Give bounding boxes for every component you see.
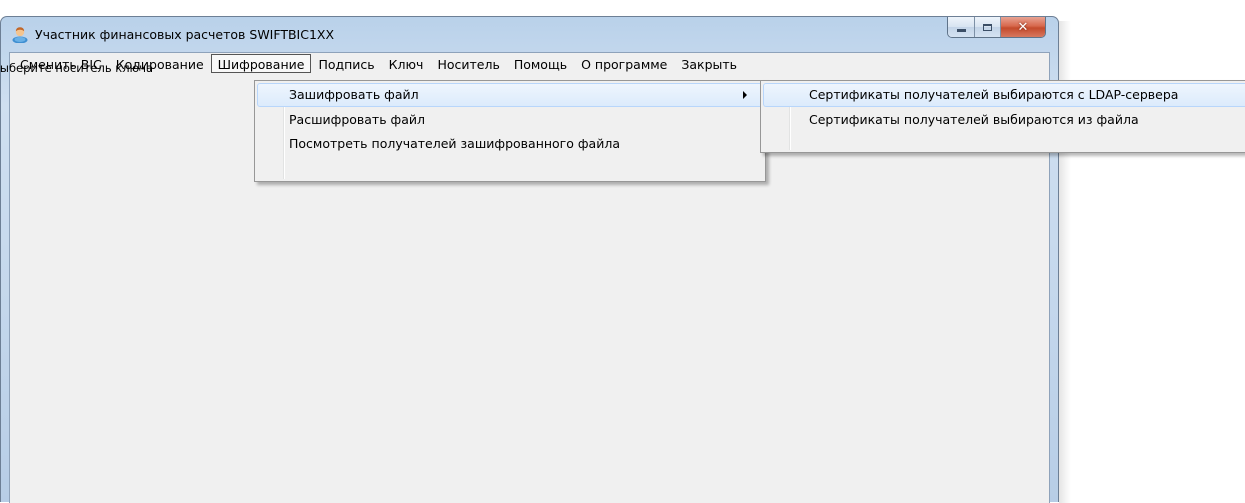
submenu-arrow-icon — [743, 91, 747, 99]
encryption-dropdown-menu: Зашифровать файл Расшифровать файл Посмо… — [254, 80, 766, 182]
menu-media[interactable]: Носитель — [430, 54, 506, 73]
menu-about[interactable]: О программе — [574, 54, 674, 73]
close-icon: ✕ — [1017, 19, 1029, 35]
maximize-icon — [983, 23, 992, 31]
minimize-button[interactable] — [948, 17, 974, 37]
menu-item-view-recipients[interactable]: Посмотреть получателей зашифрованного фа… — [257, 132, 763, 156]
submenu-item-label: Сертификаты получателей выбираются с LDA… — [809, 87, 1179, 102]
status-hint: Выберите носитель ключа — [0, 61, 154, 75]
submenu-item-ldap-certificates[interactable]: Сертификаты получателей выбираются с LDA… — [763, 83, 1245, 107]
menu-help[interactable]: Помощь — [507, 54, 574, 73]
menu-item-label: Зашифровать файл — [289, 87, 419, 102]
menu-item-encrypt-file[interactable]: Зашифровать файл — [257, 83, 763, 107]
menu-item-label: Посмотреть получателей зашифрованного фа… — [289, 136, 620, 151]
close-button[interactable]: ✕ — [1000, 17, 1045, 37]
submenu-item-label: Сертификаты получателей выбираются из фа… — [809, 112, 1139, 127]
menu-item-decrypt-file[interactable]: Расшифровать файл — [257, 108, 763, 132]
submenu-item-file-certificates[interactable]: Сертификаты получателей выбираются из фа… — [763, 108, 1245, 132]
window-title: Участник финансовых расчетов SWIFTBIC1XX — [35, 27, 335, 42]
menu-bar: Сменить BIC Кодирование Шифрование Подпи… — [10, 53, 1049, 74]
menu-close[interactable]: Закрыть — [674, 54, 744, 73]
menu-key[interactable]: Ключ — [382, 54, 431, 73]
menu-item-label: Расшифровать файл — [289, 112, 426, 127]
encrypt-file-submenu: Сертификаты получателей выбираются с LDA… — [760, 80, 1245, 153]
user-icon — [12, 27, 28, 43]
menu-signature[interactable]: Подпись — [311, 54, 381, 73]
minimize-icon — [956, 28, 966, 32]
menu-encryption[interactable]: Шифрование — [210, 54, 312, 73]
title-bar[interactable]: Участник финансовых расчетов SWIFTBIC1XX… — [1, 17, 1058, 51]
maximize-button[interactable] — [974, 17, 1000, 37]
caption-buttons: ✕ — [947, 17, 1046, 38]
